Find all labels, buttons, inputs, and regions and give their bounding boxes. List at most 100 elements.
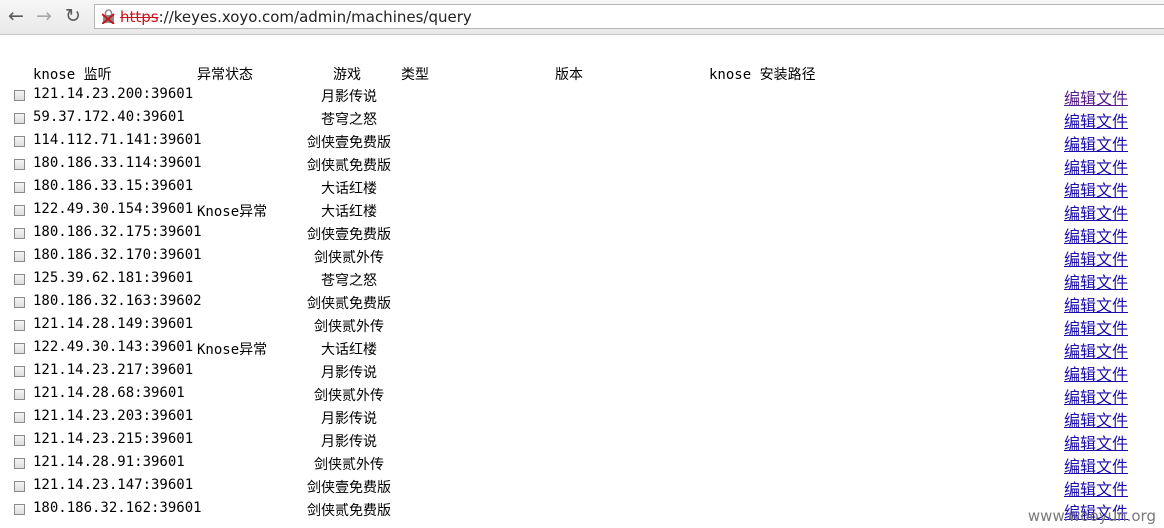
table-row: 125.39.62.181:39601 苍穹之怒 编辑文件 bbox=[0, 269, 1164, 292]
row-checkbox[interactable] bbox=[14, 366, 25, 377]
status-text: Knose异常 bbox=[197, 342, 268, 358]
game-name: 苍穹之怒 bbox=[321, 273, 377, 289]
table-row: 121.14.23.147:39601 剑侠壹免费版 编辑文件 bbox=[0, 476, 1164, 499]
table-row: 180.186.32.175:39601 剑侠壹免费版 编辑文件 bbox=[0, 223, 1164, 246]
edit-file-link[interactable]: 编辑文件 bbox=[1064, 269, 1128, 293]
reload-icon[interactable]: ↻ bbox=[63, 6, 83, 26]
header-status: 异常状态 bbox=[197, 67, 253, 83]
game-name: 剑侠壹免费版 bbox=[307, 227, 391, 243]
row-checkbox[interactable] bbox=[14, 320, 25, 331]
row-checkbox[interactable] bbox=[14, 389, 25, 400]
table-row: 121.14.23.203:39601 月影传说 编辑文件 bbox=[0, 407, 1164, 430]
edit-file-link[interactable]: 编辑文件 bbox=[1064, 476, 1128, 500]
listen-address: 121.14.23.215:39601 bbox=[33, 431, 194, 447]
table-row: 121.14.23.215:39601 月影传说 编辑文件 bbox=[0, 430, 1164, 453]
listen-address: 180.186.32.170:39601 bbox=[33, 247, 202, 263]
game-name: 苍穹之怒 bbox=[321, 112, 377, 128]
edit-file-link[interactable]: 编辑文件 bbox=[1064, 384, 1128, 408]
game-name: 月影传说 bbox=[321, 89, 377, 105]
row-checkbox[interactable] bbox=[14, 90, 25, 101]
table-row: 59.37.172.40:39601 苍穹之怒 编辑文件 bbox=[0, 108, 1164, 131]
edit-file-link[interactable]: 编辑文件 bbox=[1064, 131, 1128, 155]
edit-file-link[interactable]: 编辑文件 bbox=[1064, 154, 1128, 178]
game-name: 剑侠贰外传 bbox=[314, 250, 384, 266]
edit-file-link[interactable]: 编辑文件 bbox=[1064, 430, 1128, 454]
listen-address: 121.14.23.217:39601 bbox=[33, 362, 194, 378]
listen-address: 180.186.32.175:39601 bbox=[33, 224, 202, 240]
row-checkbox[interactable] bbox=[14, 274, 25, 285]
row-checkbox[interactable] bbox=[14, 159, 25, 170]
edit-file-link[interactable]: 编辑文件 bbox=[1064, 85, 1128, 109]
edit-file-link[interactable]: 编辑文件 bbox=[1064, 315, 1128, 339]
game-name: 剑侠壹免费版 bbox=[307, 480, 391, 496]
table-row: 122.49.30.154:39601 Knose异常 大话红楼 编辑文件 bbox=[0, 200, 1164, 223]
listen-address: 121.14.28.149:39601 bbox=[33, 316, 194, 332]
listen-address: 180.186.32.163:39602 bbox=[33, 293, 202, 309]
table-row: 180.186.32.170:39601 剑侠贰外传 编辑文件 bbox=[0, 246, 1164, 269]
game-name: 剑侠贰外传 bbox=[314, 457, 384, 473]
row-checkbox[interactable] bbox=[14, 504, 25, 515]
listen-address: 121.14.28.68:39601 bbox=[33, 385, 185, 401]
row-checkbox[interactable] bbox=[14, 113, 25, 124]
table-row: 180.186.33.114:39601 剑侠贰免费版 编辑文件 bbox=[0, 154, 1164, 177]
row-checkbox[interactable] bbox=[14, 136, 25, 147]
address-bar[interactable]: https://keyes.xoyo.com/admin/machines/qu… bbox=[94, 4, 1164, 29]
game-name: 剑侠贰外传 bbox=[314, 388, 384, 404]
game-name: 剑侠贰免费版 bbox=[307, 503, 391, 519]
listen-address: 125.39.62.181:39601 bbox=[33, 270, 194, 286]
game-name: 剑侠贰免费版 bbox=[307, 158, 391, 174]
row-checkbox[interactable] bbox=[14, 458, 25, 469]
game-name: 月影传说 bbox=[321, 411, 377, 427]
edit-file-link[interactable]: 编辑文件 bbox=[1064, 338, 1128, 362]
edit-file-link[interactable]: 编辑文件 bbox=[1064, 407, 1128, 431]
game-name: 剑侠贰外传 bbox=[314, 319, 384, 335]
game-name: 剑侠壹免费版 bbox=[307, 135, 391, 151]
listen-address: 180.186.32.162:39601 bbox=[33, 500, 202, 516]
table-row: 180.186.33.15:39601 大话红楼 编辑文件 bbox=[0, 177, 1164, 200]
edit-file-link[interactable]: 编辑文件 bbox=[1064, 292, 1128, 316]
row-checkbox[interactable] bbox=[14, 343, 25, 354]
row-checkbox[interactable] bbox=[14, 297, 25, 308]
row-checkbox[interactable] bbox=[14, 182, 25, 193]
back-icon[interactable]: ← bbox=[6, 6, 26, 26]
table-row: 180.186.32.162:39601 剑侠贰免费版 编辑文件 bbox=[0, 499, 1164, 522]
row-checkbox[interactable] bbox=[14, 251, 25, 262]
table-row: 121.14.28.91:39601 剑侠贰外传 编辑文件 bbox=[0, 453, 1164, 476]
edit-file-link[interactable]: 编辑文件 bbox=[1064, 177, 1128, 201]
url-path: ://keyes.xoyo.com/admin/machines/query bbox=[158, 8, 472, 26]
header-install-path: knose 安装路径 bbox=[709, 67, 816, 83]
row-checkbox[interactable] bbox=[14, 412, 25, 423]
game-name: 月影传说 bbox=[321, 434, 377, 450]
table-row: 180.186.32.163:39602 剑侠贰免费版 编辑文件 bbox=[0, 292, 1164, 315]
listen-address: 122.49.30.143:39601 bbox=[33, 339, 194, 355]
edit-file-link[interactable]: 编辑文件 bbox=[1064, 223, 1128, 247]
forward-icon[interactable]: → bbox=[34, 6, 54, 26]
listen-address: 121.14.23.200:39601 bbox=[33, 86, 194, 102]
row-checkbox[interactable] bbox=[14, 228, 25, 239]
listen-address: 180.186.33.114:39601 bbox=[33, 155, 202, 171]
row-checkbox[interactable] bbox=[14, 481, 25, 492]
row-checkbox[interactable] bbox=[14, 435, 25, 446]
table-row: 121.14.28.149:39601 剑侠贰外传 编辑文件 bbox=[0, 315, 1164, 338]
listen-address: 180.186.33.15:39601 bbox=[33, 178, 194, 194]
status-text: Knose异常 bbox=[197, 204, 268, 220]
insecure-lock-icon[interactable] bbox=[102, 9, 115, 24]
table-row: 121.14.23.200:39601 月影传说 编辑文件 bbox=[0, 85, 1164, 108]
edit-file-link[interactable]: 编辑文件 bbox=[1064, 108, 1128, 132]
edit-file-link[interactable]: 编辑文件 bbox=[1064, 453, 1128, 477]
table-row: 122.49.30.143:39601 Knose异常 大话红楼 编辑文件 bbox=[0, 338, 1164, 361]
listen-address: 122.49.30.154:39601 bbox=[33, 201, 194, 217]
url-text[interactable]: https://keyes.xoyo.com/admin/machines/qu… bbox=[120, 8, 472, 26]
game-name: 大话红楼 bbox=[321, 181, 377, 197]
listen-address: 121.14.23.203:39601 bbox=[33, 408, 194, 424]
url-protocol: https bbox=[120, 8, 159, 26]
edit-file-link[interactable]: 编辑文件 bbox=[1064, 361, 1128, 385]
game-name: 大话红楼 bbox=[321, 342, 377, 358]
edit-file-link[interactable]: 编辑文件 bbox=[1064, 200, 1128, 224]
browser-toolbar: ← → ↻ https://keyes.xoyo.com/admin/machi… bbox=[0, 0, 1164, 35]
edit-file-link[interactable]: 编辑文件 bbox=[1064, 246, 1128, 270]
table-row: 121.14.28.68:39601 剑侠贰外传 编辑文件 bbox=[0, 384, 1164, 407]
row-checkbox[interactable] bbox=[14, 205, 25, 216]
header-version: 版本 bbox=[555, 67, 583, 83]
listen-address: 59.37.172.40:39601 bbox=[33, 109, 185, 125]
